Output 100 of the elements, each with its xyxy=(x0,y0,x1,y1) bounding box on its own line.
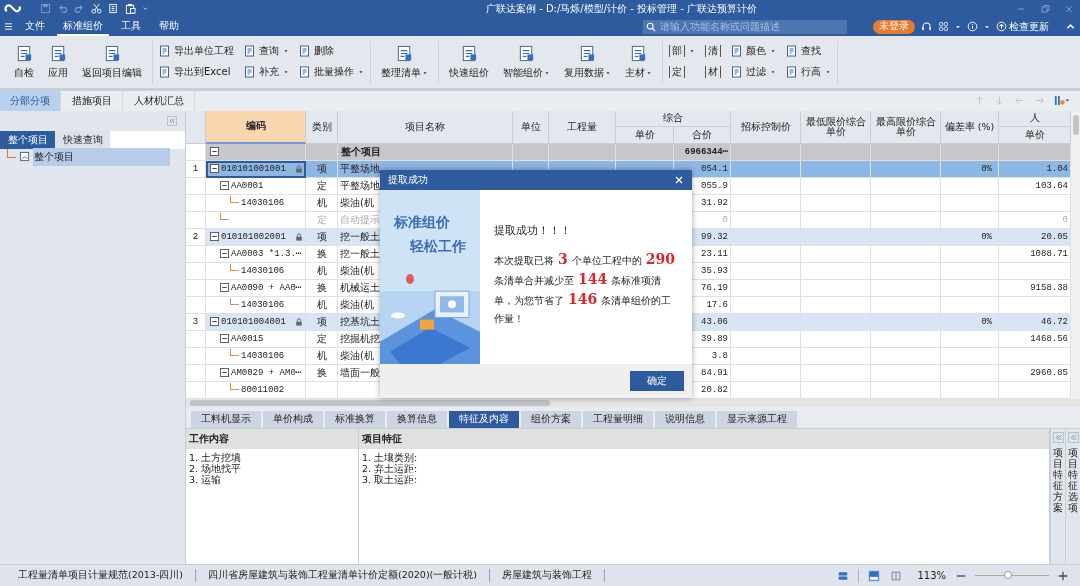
table-cell: 定 xyxy=(316,212,327,227)
button-label: 批量操作 xyxy=(314,65,354,80)
table-cell: AA0090 + AA0⋯ xyxy=(231,282,302,294)
table-cell: 010101002001 xyxy=(221,231,286,242)
table-cell: 010101001001 xyxy=(221,163,286,174)
table-cell: 挖一般土 xyxy=(340,246,380,261)
table-cell: 2960.85 xyxy=(1030,367,1068,378)
button-label: 查询 xyxy=(259,44,279,59)
table-cell: 43.06 xyxy=(701,316,728,327)
table-cell: AM0029 + AM0⋯ xyxy=(231,367,302,379)
table-cell: 6966344⋯ xyxy=(684,146,728,158)
zoom-level: 113% xyxy=(917,570,946,582)
table-cell: 1.04 xyxy=(1046,163,1068,174)
table-cell: 整个项目 xyxy=(341,144,381,159)
dialog-heading: 提取成功！！！ xyxy=(494,224,572,238)
table-cell: 柴油(机 xyxy=(340,195,374,210)
table-cell: 14030106 xyxy=(241,265,285,276)
button-label: 导出到Excel xyxy=(174,65,231,80)
table-cell: 14030106 xyxy=(241,350,285,361)
button-label: 过滤 xyxy=(746,65,766,80)
table-cell: 柴油(机 xyxy=(340,297,374,312)
table-cell: 换 xyxy=(316,280,327,295)
table-cell: 定 xyxy=(316,331,327,346)
table-cell: 14030106 xyxy=(241,299,285,310)
table-cell: 挖掘机挖 xyxy=(340,331,380,346)
table-cell: 39.89 xyxy=(701,333,728,344)
table-cell: 项 xyxy=(316,314,327,329)
list-item: 2. 场地找平 xyxy=(189,462,243,474)
button-label: 返回项目编辑 xyxy=(82,65,142,80)
window-title: 广联达案例 - D:/马烁/模型/计价 - 投标管理 - 广联达预算计价 xyxy=(484,2,759,16)
table-cell: 0% xyxy=(981,316,992,327)
list-item: 3. 运输 xyxy=(189,473,222,485)
table-cell: 换 xyxy=(316,365,327,380)
dialog-message: 本次提取已将 3 个单位工程中的 290 条清单合并减少至 144 条标准项清单，为您节省了 146 条清单组价的工作量！ xyxy=(494,250,677,326)
table-cell: 机 xyxy=(316,263,327,278)
table-cell: AA0003 *1.3.⋯ xyxy=(231,248,302,260)
table-cell: 换 xyxy=(316,246,327,261)
list-item: 2. 弃土运距: xyxy=(362,462,419,474)
table-cell: 054.1 xyxy=(701,163,728,174)
list-item: 1. 土方挖填 xyxy=(189,451,243,463)
list-item: 1. 土壤类别: xyxy=(362,451,419,463)
table-cell: 9158.38 xyxy=(1030,282,1068,293)
button-label: 应用 xyxy=(48,65,68,80)
table-cell: AA0015 xyxy=(231,333,264,344)
button-label: 删除 xyxy=(314,44,334,59)
panel-title: 工作内容 xyxy=(189,431,229,446)
table-cell: 平整场地 xyxy=(340,178,380,193)
table-cell: 20.82 xyxy=(701,384,728,395)
table-cell: 1468.56 xyxy=(1030,333,1068,344)
table-cell: 平整场地 xyxy=(340,161,380,176)
table-cell: AA0001 xyxy=(231,180,264,191)
table-cell: 23.11 xyxy=(701,248,728,259)
table-cell: 柴油(机 xyxy=(340,348,374,363)
table-cell: 机械运土 xyxy=(340,280,380,295)
panel-title: 项目特征 xyxy=(362,431,402,446)
table-cell: 0% xyxy=(981,231,992,242)
table-cell: 挖一般土 xyxy=(340,229,380,244)
banner-text: 轻松工作 xyxy=(410,238,466,256)
table-cell: 0 xyxy=(1062,214,1068,225)
table-cell: 1088.71 xyxy=(1030,248,1068,259)
button-label: 行高 xyxy=(801,65,821,80)
button-label: 补充 xyxy=(259,65,279,80)
table-cell: 80011002 xyxy=(241,384,285,395)
button-label: 自检 xyxy=(14,65,34,80)
table-cell: 31.92 xyxy=(701,197,728,208)
table-cell: 99.32 xyxy=(701,231,728,242)
button-label: 主材 xyxy=(625,65,645,80)
table-cell: 挖基坑土 xyxy=(340,314,380,329)
table-cell: 墙面一般 xyxy=(340,365,380,380)
table-cell: 机 xyxy=(316,195,327,210)
table-cell: 84.91 xyxy=(701,367,728,378)
button-label: 复用数据 xyxy=(564,65,604,80)
table-cell: 机 xyxy=(316,297,327,312)
list-item: 3. 取土运距: xyxy=(362,473,419,485)
table-cell: 0% xyxy=(981,163,992,174)
button-label: 整理清单 xyxy=(381,65,421,80)
table-cell: 项 xyxy=(316,161,327,176)
table-cell: 46.72 xyxy=(1041,316,1068,327)
status-text: 四川省房屋建筑与装饰工程量清单计价定额(2020)(一般计税) xyxy=(196,569,491,583)
table-cell: 0 xyxy=(722,214,728,225)
button-label: 导出单位工程 xyxy=(174,44,234,59)
table-cell: 14030106 xyxy=(241,197,285,208)
table-cell: 055.9 xyxy=(701,180,728,191)
table-cell: 定 xyxy=(316,178,327,193)
button-label: 颜色 xyxy=(746,44,766,59)
table-cell: 103.64 xyxy=(1035,180,1068,191)
status-text: 工程量清单项目计量规范(2013-四川) xyxy=(6,569,197,583)
button-label: 查找 xyxy=(801,44,821,59)
table-cell: 35.93 xyxy=(701,265,728,276)
button-label: 快速组价 xyxy=(449,65,489,80)
table-cell: 17.6 xyxy=(706,299,728,310)
table-cell: 20.05 xyxy=(1041,231,1068,242)
table-cell: 010101004001 xyxy=(221,316,286,327)
button-label: 智能组价 xyxy=(503,65,543,80)
table-cell: 柴油(机 xyxy=(340,263,374,278)
table-cell: 项 xyxy=(316,229,327,244)
table-cell: 自动提示 xyxy=(340,212,380,227)
banner-text: 标准组价 xyxy=(394,214,450,232)
status-text: 房屋建筑与装饰工程 xyxy=(490,569,606,583)
table-cell: 76.19 xyxy=(701,282,728,293)
